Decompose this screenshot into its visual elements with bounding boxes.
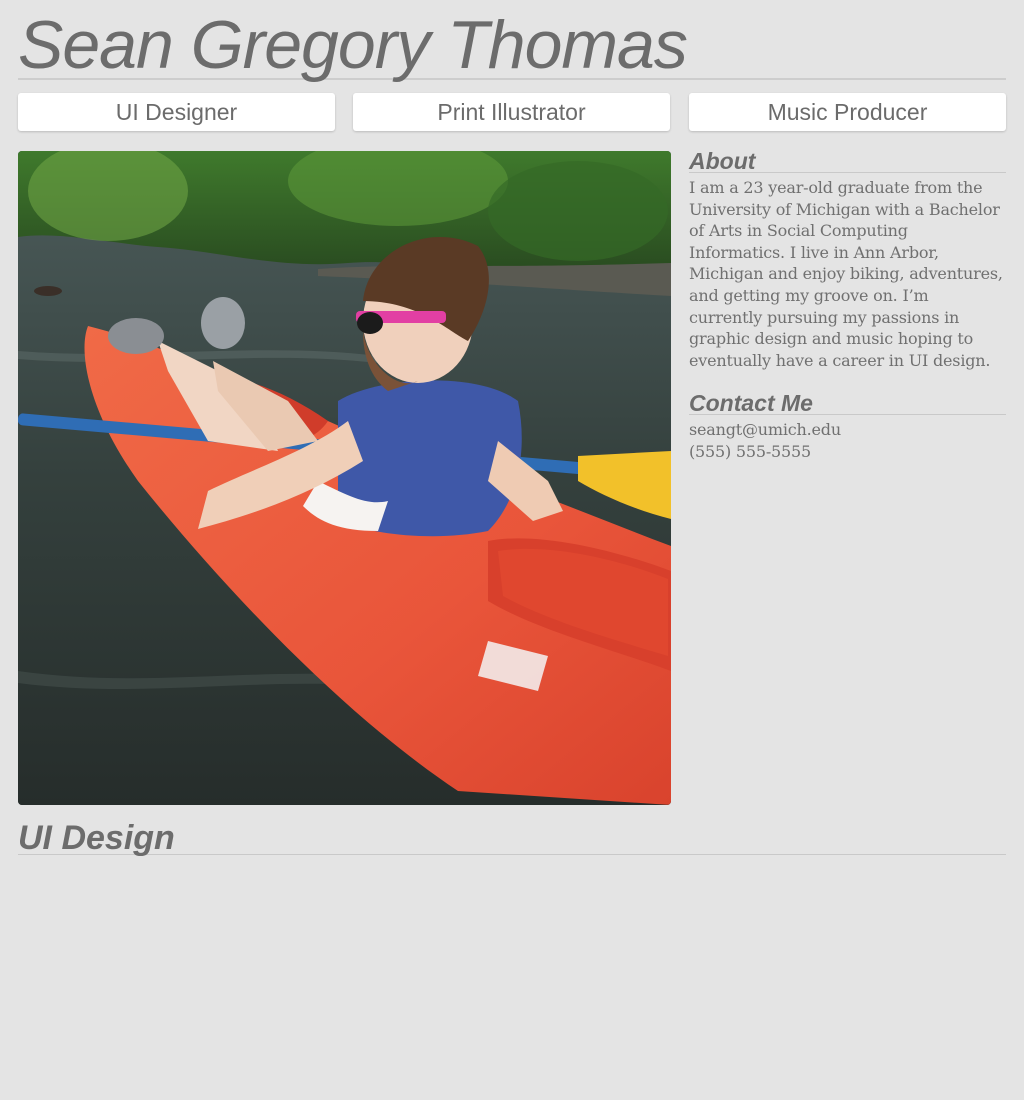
about-text: I am a 23 year-old graduate from the Uni… [689,178,1003,370]
contact-heading: Contact Me [689,390,1006,416]
nav-print-illustrator-button[interactable]: Print Illustrator [353,93,670,131]
contact-phone: (555) 555-5555 [689,441,811,461]
ui-design-section-heading: UI Design [18,818,1006,857]
main-nav: UI Designer Print Illustrator Music Prod… [18,93,1006,131]
about-heading: About [689,148,1006,174]
site-title: Sean Gregory Thomas [18,6,1006,83]
contact-info: seangt@umich.edu (555) 555-5555 [689,419,1006,462]
kayak-photo-illustration [18,151,671,805]
sidebar: About I am a 23 year-old graduate from t… [689,148,1006,463]
nav-ui-designer-button[interactable]: UI Designer [18,93,335,131]
contact-email[interactable]: seangt@umich.edu [689,419,1006,441]
profile-photo [18,151,671,805]
nav-music-producer-button[interactable]: Music Producer [689,93,1006,131]
portfolio-page: Sean Gregory Thomas UI Designer Print Il… [0,0,1024,1100]
